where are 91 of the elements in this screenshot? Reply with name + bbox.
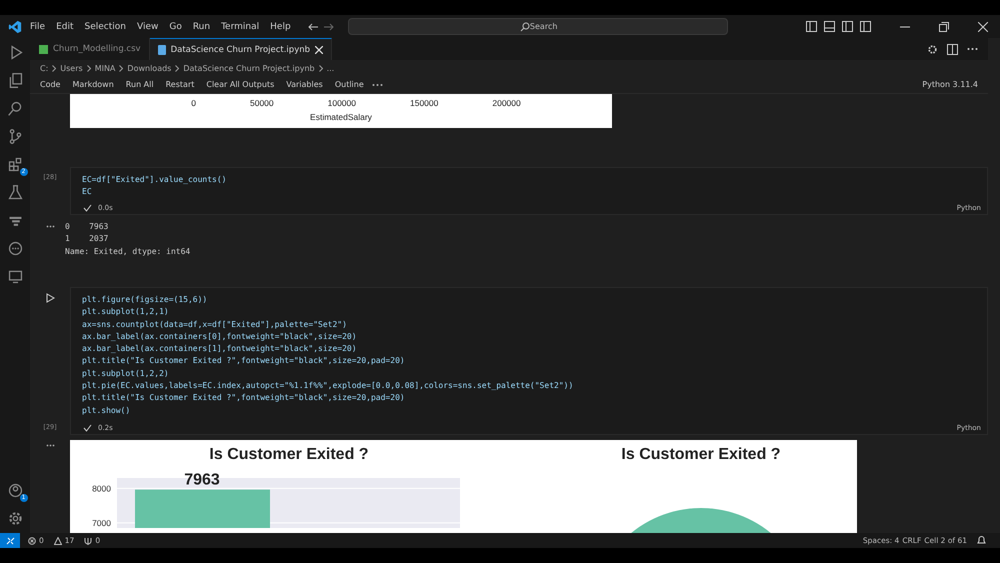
back-arrow-icon[interactable] [308,22,318,30]
menu-item[interactable]: Help [270,22,291,32]
toolbar-button[interactable]: Restart [162,79,198,90]
toolbar-button[interactable]: Outline [330,79,368,90]
split-editor-icon[interactable] [947,44,958,54]
code-line: plt.pie(EC.values,labels=EC.index,autopct="%1.1f%%",explode=[0.0,0.08],colors=sns.set_palette("Set2")) [82,380,574,392]
chevron-icon [175,64,180,72]
chevron-icon [86,64,91,72]
axis-tick-label: 0 [191,98,196,108]
notebook-icon [158,44,166,54]
code-line: EC [82,186,93,198]
settings-icon[interactable] [927,44,938,54]
code-cell[interactable] [70,287,988,435]
extensions-icon[interactable] [6,156,24,173]
chart-title: Is Customer Exited ? [209,446,369,463]
axis-tick-label: 100000 [328,98,356,108]
editor-tab[interactable]: DataScience Churn Project.ipynb [150,38,332,60]
flask-icon[interactable] [6,184,24,201]
toolbar-button[interactable]: Markdown [68,79,118,90]
code-line: plt.show() [82,404,132,417]
toolbar-button[interactable]: Code [36,79,64,90]
breadcrumb-item[interactable]: Users [60,64,83,72]
menu-item[interactable]: Go [169,22,182,32]
more-icon[interactable] [372,82,383,86]
axis-tick-label: 8000 [92,483,111,494]
axis-tick-label: 50000 [250,98,274,108]
restore-icon[interactable] [939,22,949,32]
layout-icon[interactable] [842,21,853,32]
output-line: 1 2037 [65,233,110,246]
more-icon[interactable] [46,225,54,228]
forward-arrow-icon[interactable] [324,22,334,30]
ports-icon[interactable] [84,536,92,544]
app-logo-icon [8,20,22,34]
search-field[interactable]: Search [348,18,728,35]
chevron-icon [318,64,323,72]
more-icon[interactable] [967,47,978,51]
axis-tick-label: 200000 [492,98,521,108]
close-icon[interactable] [978,22,988,32]
menu-item[interactable]: Run [192,22,210,32]
axis-label: EstimatedSalary [310,112,372,122]
chat-icon[interactable] [6,240,24,257]
account-icon[interactable] [6,482,24,499]
search-icon [520,22,530,32]
breadcrumb-item[interactable]: Downloads [127,64,172,72]
search-icon[interactable] [6,100,24,117]
layout-icon[interactable] [824,21,835,32]
code-line: plt.subplot(1,2,2) [82,368,170,380]
kernel-picker[interactable]: Python 3.11.4 [918,79,982,90]
code-line: plt.subplot(1,2,1) [82,306,170,318]
close-icon[interactable] [315,46,324,54]
code-line: plt.figure(figsize=(15,6)) [82,294,208,306]
checkmark-icon [83,204,92,212]
bell-icon[interactable] [977,536,986,545]
more-icon[interactable] [46,444,54,447]
code-line: ax.bar_label(ax.containers[0],fontweight="black",size=20) [82,330,358,343]
code-line: ax=sns.countplot(data=df,x=df["Exited"],palette="Set2") [82,318,348,331]
menu-item[interactable]: Terminal [221,22,260,32]
menu-item[interactable]: File [30,22,46,32]
remote-indicator[interactable] [0,533,20,548]
warning-icon[interactable] [54,536,62,544]
chevron-icon [52,64,56,72]
output-line: 0 7963 [65,221,110,233]
toolbar-button[interactable]: Clear All Outputs [202,79,278,90]
breadcrumb-item[interactable]: MINA [94,64,116,72]
run-cell-icon[interactable] [46,293,54,303]
chevron-icon [119,64,124,72]
screen-share-icon[interactable] [6,268,24,285]
menu-item[interactable]: View [136,22,158,32]
axis-tick-label: 150000 [410,98,438,108]
code-line: ax.bar_label(ax.containers[1],fontweight="black",size=20) [82,343,358,356]
code-line: plt.title("Is Customer Exited ?",fontweight="black",size=20,pad=20) [82,355,406,368]
toolbar-button[interactable]: Run All [122,79,158,90]
spreadsheet-icon [39,44,48,54]
editor-tab[interactable]: Churn_Modelling.csv [31,38,150,60]
checkmark-icon [83,424,92,432]
layout-icon[interactable] [860,21,871,32]
chart-title: Is Customer Exited ? [621,446,781,463]
breadcrumb-item[interactable]: ... [326,64,334,72]
settings-icon[interactable] [6,510,24,527]
data-label: 7963 [184,472,220,489]
menu-item[interactable]: Selection [84,22,126,32]
breadcrumb-item[interactable]: C: [40,64,48,72]
error-icon[interactable] [28,536,36,544]
code-line: plt.title("Is Customer Exited ?",fontweight="black",size=20,pad=20) [82,392,406,404]
output-line: Name: Exited, dtype: int64 [65,246,190,258]
layout-icon[interactable] [806,21,817,32]
axis-tick-label: 7000 [92,518,111,528]
menu-item[interactable]: Edit [56,22,74,32]
toolbar-button[interactable]: Variables [282,79,327,90]
code-line: EC=df["Exited"].value_counts() [82,174,228,186]
breadcrumb-item[interactable]: DataScience Churn Project.ipynb [183,64,315,72]
